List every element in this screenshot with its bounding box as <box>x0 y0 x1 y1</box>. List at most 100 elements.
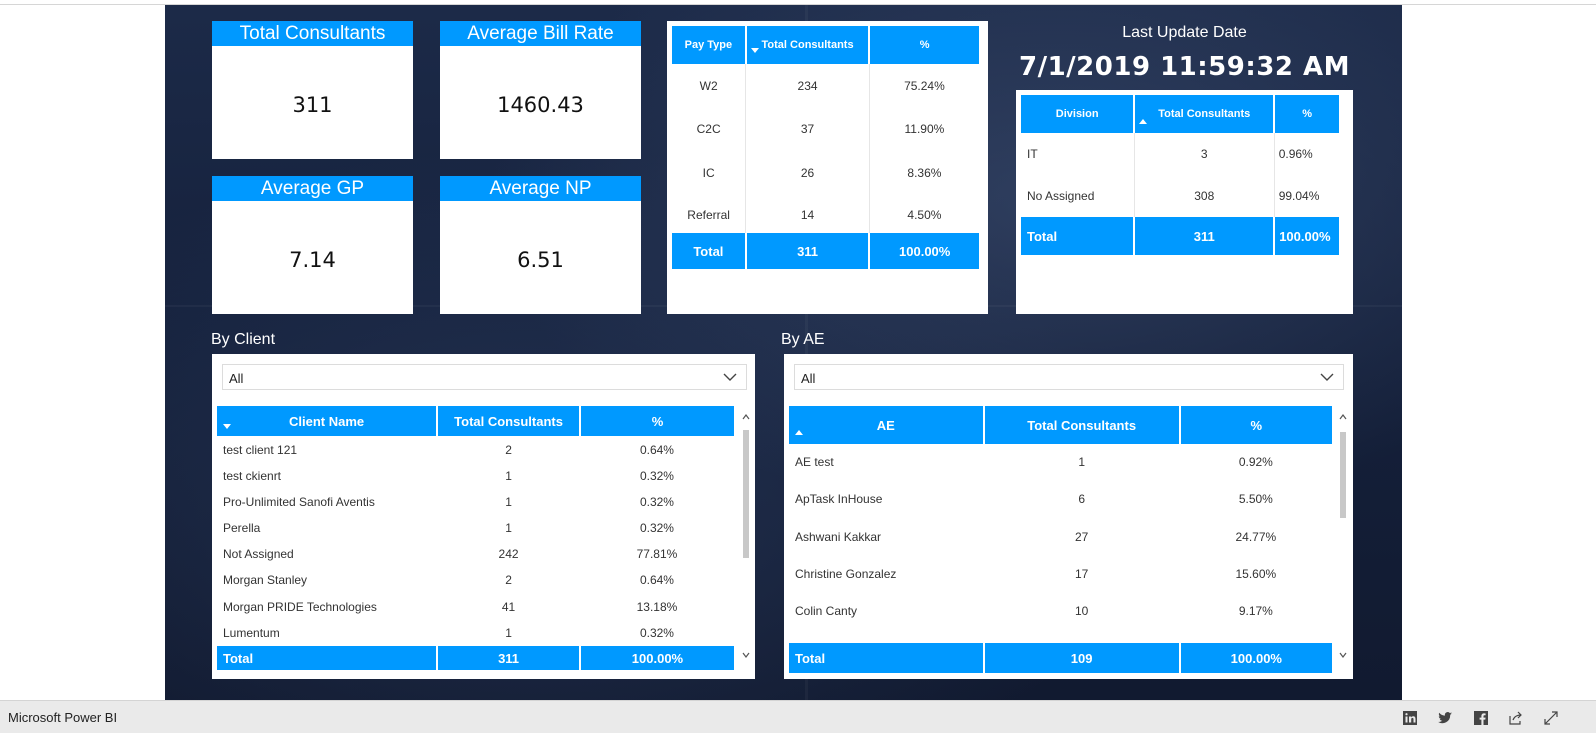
table-cell: ApTask InHouse <box>795 492 883 506</box>
table-row[interactable]: test client 121 2 0.64% <box>217 436 734 463</box>
table-row[interactable]: IC 26 8.36% <box>672 150 979 196</box>
column-header[interactable]: % <box>1274 95 1339 133</box>
table-cell: Morgan Stanley <box>223 573 308 587</box>
twitter-icon[interactable] <box>1437 710 1453 726</box>
total-cell: Total <box>1021 217 1136 255</box>
table-row[interactable]: Morgan PRIDE Technologies 41 13.18% <box>217 593 734 620</box>
sort-ascending-icon <box>1139 115 1147 127</box>
table-cell: 13.18% <box>636 599 678 614</box>
table-cell: 2 <box>505 573 512 587</box>
kpi-average-gp[interactable]: Average GP 7.14 <box>212 176 413 314</box>
column-header[interactable]: % <box>579 406 734 436</box>
table-cell: Perella <box>223 521 261 535</box>
column-header[interactable]: Pay Type <box>672 26 747 64</box>
column-header[interactable]: Total Consultants <box>1134 95 1276 133</box>
client-table-scrollbar[interactable] <box>740 410 752 662</box>
table-cell: 2 <box>505 442 512 457</box>
scroll-down-icon[interactable] <box>741 650 751 660</box>
table-row[interactable]: Colin Canty 10 9.17% <box>789 593 1332 629</box>
table-cell: C2C <box>672 107 747 150</box>
table-cell: 4.50% <box>907 207 942 222</box>
table-cell: 26 <box>745 150 870 196</box>
share-icon[interactable] <box>1508 710 1524 726</box>
division-panel[interactable]: Division Total Consultants % IT 3 0.96% … <box>1016 90 1353 314</box>
column-header-label: AE <box>876 417 895 433</box>
ae-table-scrollbar[interactable] <box>1337 410 1349 662</box>
kpi-average-np[interactable]: Average NP 6.51 <box>440 176 641 314</box>
table-row[interactable]: Pro-Unlimited Sanofi Aventis 1 0.32% <box>217 488 734 515</box>
total-row: Total 311 100.00% <box>217 646 734 670</box>
table-row[interactable]: IT 3 0.96% <box>1021 133 1339 175</box>
table-row[interactable]: No Assigned 308 99.04% <box>1021 175 1339 217</box>
sort-descending-icon <box>223 417 231 432</box>
table-cell: 1 <box>505 494 512 509</box>
table-cell: 0.92% <box>1238 455 1273 469</box>
table-cell: IT <box>1021 133 1135 175</box>
table-row[interactable]: ApTask InHouse 6 5.50% <box>789 480 1332 518</box>
scroll-down-icon[interactable] <box>1338 650 1348 660</box>
by-ae-panel[interactable]: All AE Total Consultants % AE test 1 0.9… <box>784 354 1353 679</box>
column-header-label: Total Consultants <box>1158 108 1251 120</box>
table-cell: 242 <box>498 547 519 561</box>
client-filter-dropdown[interactable]: All <box>222 364 747 390</box>
table-row[interactable]: Morgan Stanley 2 0.64% <box>217 567 734 593</box>
table-row[interactable]: Ashwani Kakkar 27 24.77% <box>789 518 1332 555</box>
column-header[interactable]: Division <box>1021 95 1136 133</box>
linkedin-icon[interactable] <box>1402 710 1418 726</box>
column-header[interactable]: Total Consultants <box>983 406 1181 444</box>
division-table: Division Total Consultants % IT 3 0.96% … <box>1021 95 1339 255</box>
kpi-value: 7.14 <box>289 248 336 272</box>
table-cell: 99.04% <box>1278 189 1320 203</box>
kpi-value: 6.51 <box>517 248 564 272</box>
table-row[interactable]: Christine Gonzalez 17 15.60% <box>789 555 1332 593</box>
table-cell: Ashwani Kakkar <box>795 529 882 544</box>
table-row[interactable]: C2C 37 11.90% <box>672 107 979 150</box>
table-cell: 37 <box>745 107 870 150</box>
ae-table: AE Total Consultants % AE test 1 0.92% A… <box>789 406 1332 673</box>
footer-brand[interactable]: Microsoft Power BI <box>8 710 117 725</box>
table-row[interactable]: W2 234 75.24% <box>672 64 979 107</box>
pay-type-panel[interactable]: Pay Type Total Consultants % W2 234 75.2… <box>667 21 988 314</box>
scroll-up-icon[interactable] <box>1338 412 1348 422</box>
table-cell: 17 <box>1074 567 1089 581</box>
kpi-title: Total Consultants <box>212 21 413 46</box>
total-cell: 311 <box>745 233 871 269</box>
sort-descending-icon <box>751 44 759 56</box>
column-header[interactable]: Total Consultants <box>437 406 581 436</box>
total-cell: Total <box>789 643 985 673</box>
table-row[interactable]: Referral 14 4.50% <box>672 196 979 233</box>
column-header[interactable]: Total Consultants <box>745 26 871 64</box>
scrollbar-thumb[interactable] <box>743 430 749 558</box>
total-row: Total 311 100.00% <box>672 233 979 269</box>
by-client-panel[interactable]: All Client Name Total Consultants % test… <box>212 354 755 679</box>
table-row[interactable]: Lumentum 1 0.32% <box>217 620 734 646</box>
table-row[interactable]: Perella 1 0.32% <box>217 515 734 541</box>
table-row[interactable]: Not Assigned 242 77.81% <box>217 541 734 567</box>
table-row[interactable]: AE test 1 0.92% <box>789 444 1332 480</box>
facebook-icon[interactable] <box>1473 710 1489 726</box>
scrollbar-thumb[interactable] <box>1340 432 1346 518</box>
client-table: Client Name Total Consultants % test cli… <box>217 406 734 670</box>
total-row: Total 109 100.00% <box>789 643 1332 673</box>
table-cell: AE test <box>795 455 834 469</box>
table-cell: 8.36% <box>907 166 942 180</box>
table-cell: No Assigned <box>1021 175 1135 217</box>
scroll-up-icon[interactable] <box>741 412 751 422</box>
sort-ascending-icon <box>795 423 803 438</box>
table-row[interactable]: test ckienrt 1 0.32% <box>217 463 734 488</box>
table-cell: Not Assigned <box>223 547 294 561</box>
table-cell: 41 <box>501 599 516 614</box>
total-cell: Total <box>672 233 747 269</box>
ae-filter-dropdown[interactable]: All <box>794 364 1344 390</box>
kpi-total-consultants[interactable]: Total Consultants 311 <box>212 21 413 159</box>
table-cell: Pro-Unlimited Sanofi Aventis <box>223 494 375 509</box>
column-header[interactable]: % <box>869 26 979 64</box>
fullscreen-icon[interactable] <box>1543 710 1559 726</box>
kpi-value: 1460.43 <box>497 93 584 117</box>
kpi-average-bill-rate[interactable]: Average Bill Rate 1460.43 <box>440 21 641 159</box>
column-header[interactable]: % <box>1179 406 1332 444</box>
column-header[interactable]: Client Name <box>217 406 439 436</box>
dropdown-value: All <box>801 371 816 386</box>
last-update-value: 7/1/2019 11:59:32 AM <box>1019 52 1350 82</box>
column-header[interactable]: AE <box>789 406 985 444</box>
